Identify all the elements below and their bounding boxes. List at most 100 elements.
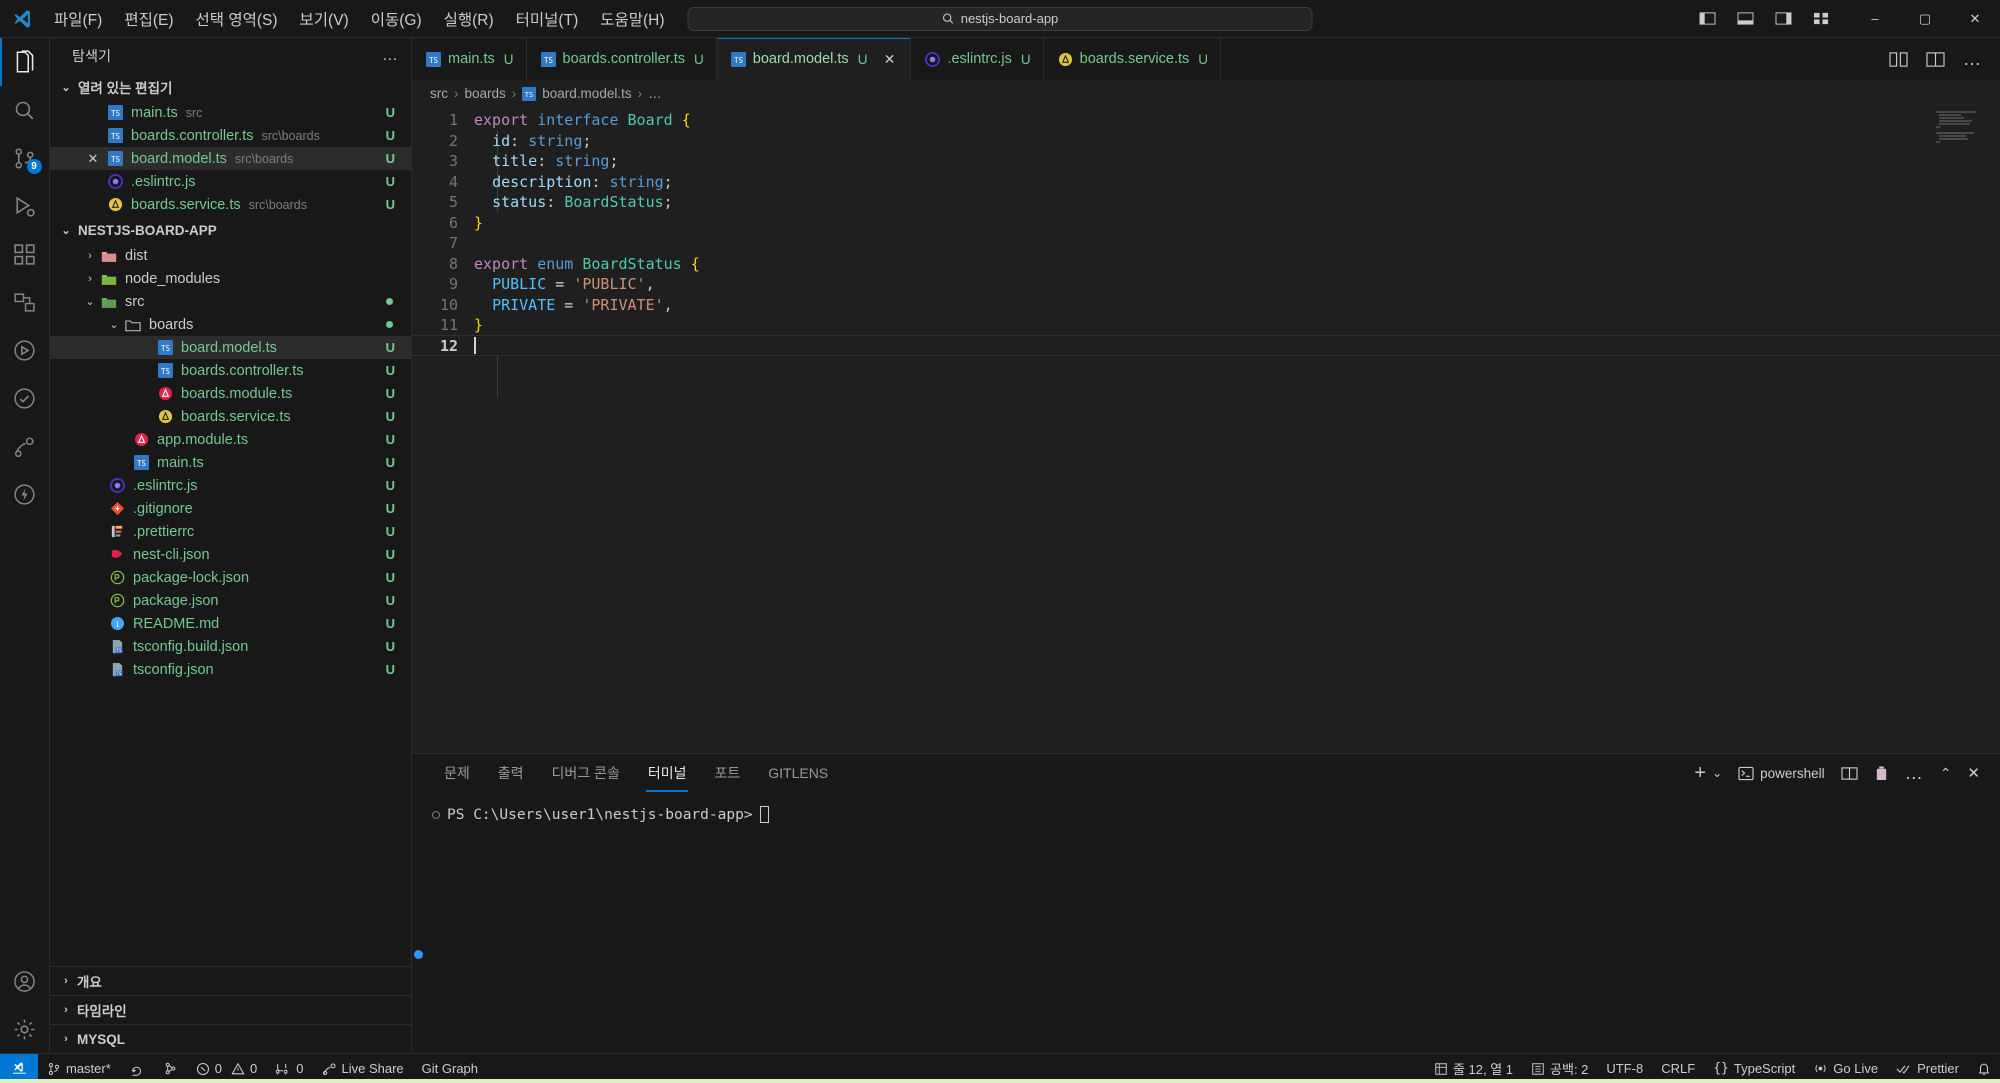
close-icon[interactable]: ✕ <box>1967 764 1980 782</box>
panel-tab-gitlens[interactable]: GITLENS <box>754 754 842 792</box>
tree-item-boards-module[interactable]: boards.module.ts U <box>50 382 411 405</box>
open-editor-item[interactable]: boards.service.ts src\boards U <box>50 193 411 216</box>
tab-boards-controller-ts[interactable]: TS boards.controller.ts U <box>526 38 717 80</box>
tree-item-readme[interactable]: i README.md U <box>50 612 411 635</box>
window-maximize-button[interactable]: ▢ <box>1900 0 1950 38</box>
menu-selection[interactable]: 선택 영역(S) <box>186 4 288 34</box>
sidebar-item-run-and-debug[interactable] <box>0 182 50 230</box>
code-area[interactable]: 1 2 3 4 5 6 7 8 9 10 11 12 export interf… <box>412 107 2000 356</box>
tab-main-ts[interactable]: TS main.ts U <box>412 38 527 80</box>
ts-icon: TS <box>130 455 152 470</box>
more-actions-icon[interactable]: … <box>1905 763 1924 784</box>
panel-tab-output[interactable]: 출력 <box>484 754 538 792</box>
line-number: 10 <box>439 295 458 314</box>
tree-item-app-module[interactable]: app.module.ts U <box>50 428 411 451</box>
open-editor-item-selected[interactable]: ✕ TS board.model.ts src\boards U <box>50 147 411 170</box>
menu-run[interactable]: 실행(R) <box>434 4 504 34</box>
sidebar-item-live-share[interactable] <box>0 422 50 470</box>
panel-tab-problems[interactable]: 문제 <box>430 754 484 792</box>
menu-view[interactable]: 보기(V) <box>290 4 359 34</box>
git-icon <box>106 501 128 516</box>
sidebar-item-todo-tree[interactable] <box>0 374 50 422</box>
open-editor-item[interactable]: .eslintrc.js U <box>50 170 411 193</box>
tree-item-boards-controller[interactable]: TS boards.controller.ts U <box>50 359 411 382</box>
toggle-secondary-sidebar-icon[interactable] <box>1772 10 1794 28</box>
section-open-editors[interactable]: ⌄ 열려 있는 편집기 <box>50 73 411 101</box>
sidebar-item-explorer[interactable] <box>0 38 50 86</box>
chevron-right-icon: › <box>64 975 68 987</box>
tree-item-package-json[interactable]: package.json U <box>50 589 411 612</box>
panel-tab-debug-console[interactable]: 디버그 콘솔 <box>538 754 634 792</box>
chevron-up-icon[interactable]: ⌃ <box>1940 765 1952 782</box>
ts-icon: TS <box>104 128 126 143</box>
panel-tab-ports[interactable]: 포트 <box>700 754 754 792</box>
menu-help[interactable]: 도움말(H) <box>590 4 674 34</box>
tree-item-eslintrc[interactable]: .eslintrc.js U <box>50 474 411 497</box>
section-mysql[interactable]: › MYSQL <box>50 1024 411 1053</box>
split-terminal-icon[interactable] <box>1841 766 1858 781</box>
tree-item-board-model[interactable]: TS board.model.ts U <box>50 336 411 359</box>
more-actions-icon[interactable]: … <box>1963 49 1982 70</box>
sidebar-item-extensions[interactable] <box>0 230 50 278</box>
section-project-root[interactable]: ⌄ NESTJS-BOARD-APP <box>50 216 411 244</box>
menu-file[interactable]: 파일(F) <box>44 4 112 34</box>
sidebar-item-source-control[interactable]: 9 <box>0 134 50 182</box>
code-lines[interactable]: export interface Board { id: string; tit… <box>474 110 2000 356</box>
toggle-primary-sidebar-icon[interactable] <box>1696 10 1718 28</box>
tab-boards-service-ts[interactable]: boards.service.ts U <box>1043 38 1222 80</box>
breadcrumb-boards[interactable]: boards <box>465 86 506 101</box>
new-terminal-button[interactable]: + <box>1694 762 1706 785</box>
tree-item-tsconfig[interactable]: TS tsconfig.json U <box>50 658 411 681</box>
tree-item-gitignore[interactable]: .gitignore U <box>50 497 411 520</box>
new-terminal-dropdown-icon[interactable]: ⌄ <box>1712 766 1722 780</box>
tree-item-boards[interactable]: ⌄ boards <box>50 313 411 336</box>
tree-item-node-modules[interactable]: › node_modules <box>50 267 411 290</box>
active-terminal-item[interactable]: powershell <box>1738 766 1825 781</box>
open-changes-icon[interactable] <box>1889 51 1908 68</box>
sidebar-item-thunder-client[interactable] <box>0 470 50 518</box>
tree-item-tsconfig-build[interactable]: TS tsconfig.build.json U <box>50 635 411 658</box>
window-minimize-button[interactable]: – <box>1850 0 1900 38</box>
accounts-button[interactable] <box>0 957 50 1005</box>
tree-item-src[interactable]: ⌄ src <box>50 290 411 313</box>
toggle-panel-icon[interactable] <box>1734 10 1756 28</box>
command-center[interactable]: nestjs-board-app <box>687 6 1313 31</box>
menu-edit[interactable]: 편집(E) <box>114 4 183 34</box>
split-editor-icon[interactable] <box>1926 51 1945 68</box>
tab-board-model-ts[interactable]: TS board.model.ts U ✕ <box>716 38 912 80</box>
tab-eslintrc-js[interactable]: .eslintrc.js U <box>911 38 1044 80</box>
tree-item-dist[interactable]: › dist <box>50 244 411 267</box>
tab-close-icon[interactable]: ✕ <box>880 51 898 68</box>
manage-settings-button[interactable] <box>0 1005 50 1053</box>
minimap[interactable] <box>1936 111 1978 144</box>
chevron-down-icon[interactable]: ⌄ <box>82 295 98 308</box>
section-timeline[interactable]: › 타임라인 <box>50 995 411 1024</box>
panel-tab-terminal[interactable]: 터미널 <box>634 754 701 792</box>
menu-go[interactable]: 이동(G) <box>361 4 432 34</box>
terminal-output[interactable]: PS C:\Users\user1\nestjs-board-app> <box>412 792 2000 1053</box>
sidebar-item-testing[interactable] <box>0 326 50 374</box>
trash-icon[interactable] <box>1874 765 1889 781</box>
chevron-right-icon[interactable]: › <box>82 250 98 262</box>
breadcrumb-symbol[interactable]: … <box>648 86 662 101</box>
breadcrumb-file[interactable]: board.model.ts <box>542 86 631 101</box>
tree-item-prettierrc[interactable]: .prettierrc U <box>50 520 411 543</box>
breadcrumb-src[interactable]: src <box>430 86 448 101</box>
open-editor-item[interactable]: TS boards.controller.ts src\boards U <box>50 124 411 147</box>
code-editor[interactable]: 1 2 3 4 5 6 7 8 9 10 11 12 export interf… <box>412 107 2000 753</box>
chevron-down-icon[interactable]: ⌄ <box>106 318 122 331</box>
tree-item-nest-cli[interactable]: nest-cli.json U <box>50 543 411 566</box>
section-outline[interactable]: › 개요 <box>50 966 411 995</box>
customize-layout-icon[interactable] <box>1810 10 1832 28</box>
tree-item-package-lock[interactable]: package-lock.json U <box>50 566 411 589</box>
window-close-button[interactable]: ✕ <box>1950 0 2000 38</box>
sidebar-item-remote-explorer[interactable] <box>0 278 50 326</box>
open-editor-item[interactable]: TS main.ts src U <box>50 101 411 124</box>
chevron-right-icon[interactable]: › <box>82 273 98 285</box>
menu-terminal[interactable]: 터미널(T) <box>506 4 589 34</box>
close-editor-icon[interactable]: ✕ <box>82 151 104 167</box>
tree-item-main[interactable]: TS main.ts U <box>50 451 411 474</box>
sidebar-more-actions-icon[interactable]: … <box>382 47 399 65</box>
sidebar-item-search[interactable] <box>0 86 50 134</box>
tree-item-boards-service[interactable]: boards.service.ts U <box>50 405 411 428</box>
